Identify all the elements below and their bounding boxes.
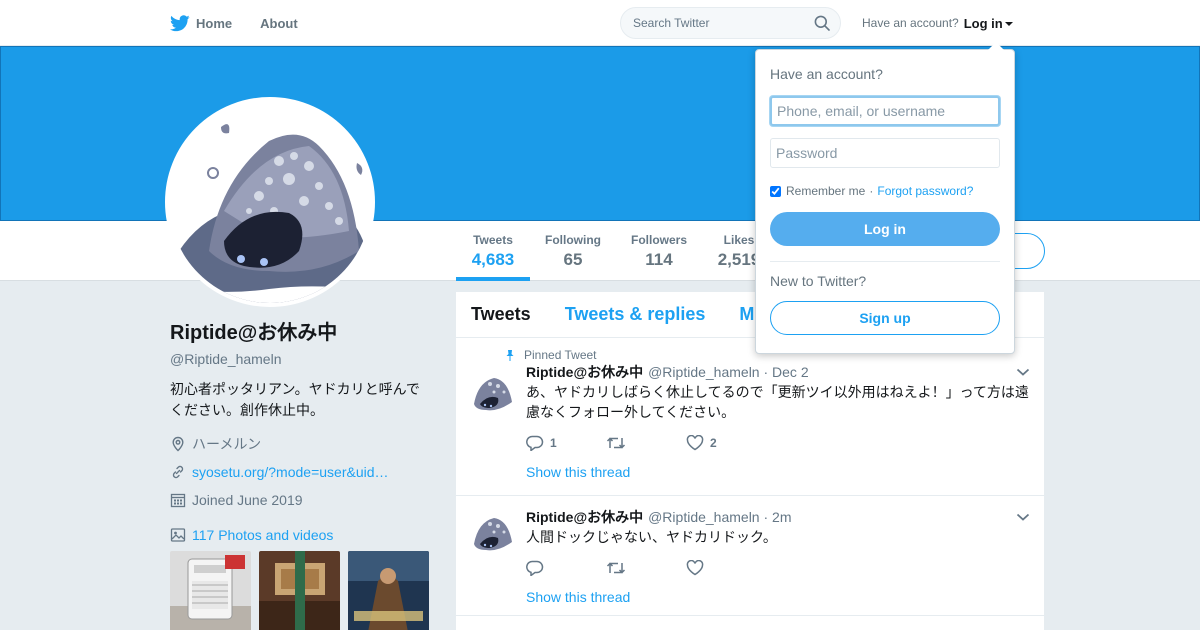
retweet-button[interactable] — [606, 560, 686, 576]
retweet-icon — [606, 562, 626, 574]
show-thread-link[interactable]: Show this thread — [526, 464, 1044, 486]
reply-button[interactable] — [526, 560, 606, 576]
stat-following[interactable]: Following 65 — [540, 221, 606, 281]
tweet-actions: 1 2 — [526, 433, 1044, 453]
tab-tweets[interactable]: Tweets — [471, 304, 531, 325]
tweet-text: 人間ドックじゃない、ヤドカリドック。 — [526, 529, 777, 545]
photos-label: 117 Photos and videos — [192, 527, 334, 543]
nav-left: Home About — [170, 0, 326, 46]
photo-thumbnails — [170, 551, 432, 630]
remember-me-row: Remember me · Forgot password? — [770, 184, 973, 198]
remember-me-label[interactable]: Remember me — [786, 184, 865, 198]
profile-location: ハーメルン — [170, 435, 432, 453]
joined-text: Joined June 2019 — [192, 492, 303, 508]
stat-value: 114 — [645, 250, 673, 269]
tweet-text: あ、ヤドカリしばらく休止してるので「更新ツイ以外用はねえよ！」って方は遠慮なくフ… — [526, 384, 1029, 420]
search-icon[interactable] — [814, 15, 830, 31]
tweet-author-name[interactable]: Riptide@お休み中 — [526, 362, 643, 382]
profile-avatar[interactable] — [165, 97, 375, 307]
heart-icon — [686, 435, 704, 451]
photo-thumbnail[interactable] — [259, 551, 340, 630]
profile-url[interactable]: syosetu.org/?mode=user&uid… — [170, 463, 432, 481]
tweet-menu-chevron-icon[interactable] — [1016, 367, 1030, 377]
tweet[interactable]: Riptide@お休み中 @Riptide_hameln · 2m 人間ドックじ… — [456, 496, 1044, 616]
username-field[interactable] — [770, 96, 1000, 126]
login-dropdown-toggle[interactable]: Log in — [964, 16, 1013, 31]
password-field[interactable] — [770, 138, 1000, 168]
stat-value: 4,683 — [471, 250, 515, 269]
profile-joined: Joined June 2019 — [170, 491, 432, 509]
have-account-text: Have an account? — [862, 16, 959, 30]
login-dropdown: Have an account? Remember me · Forgot pa… — [755, 42, 1015, 354]
retweet-button[interactable] — [606, 435, 686, 451]
profile-handle: @Riptide_hameln — [170, 351, 282, 367]
search-input[interactable] — [621, 8, 801, 38]
twitter-bird-icon — [170, 14, 190, 32]
tweet-header: Riptide@お休み中 @Riptide_hameln · 2m — [526, 507, 1044, 527]
pin-icon — [504, 349, 516, 361]
caret-down-icon — [1004, 21, 1013, 26]
reply-button[interactable]: 1 — [526, 435, 606, 451]
like-button[interactable]: 2 — [686, 435, 766, 451]
tweet[interactable]: Pinned Tweet Riptide@お休み中 @Riptide_hamel… — [456, 338, 1044, 496]
show-thread-link[interactable]: Show this thread — [526, 589, 1044, 611]
tab-tweets-and-replies[interactable]: Tweets & replies — [565, 304, 706, 325]
location-text: ハーメルン — [192, 436, 262, 452]
nav-home[interactable]: Home — [170, 0, 232, 46]
tweet-actions — [526, 558, 1044, 578]
tweet-menu-chevron-icon[interactable] — [1016, 512, 1030, 522]
hermit-crab-illustration — [169, 101, 371, 303]
search-box — [620, 7, 841, 39]
profile-name: Riptide@お休み中 — [170, 322, 338, 344]
stat-label: Following — [545, 233, 601, 247]
reply-count: 1 — [550, 436, 557, 450]
stat-followers[interactable]: Followers 114 — [626, 221, 692, 281]
separator-dot: · — [869, 184, 874, 198]
forgot-password-link[interactable]: Forgot password? — [877, 184, 973, 198]
nav-about-label: About — [260, 15, 298, 31]
tweet-header: Riptide@お休み中 @Riptide_hameln · Dec 2 — [526, 362, 1044, 382]
link-icon — [170, 464, 186, 480]
photo-thumbnail[interactable] — [348, 551, 429, 630]
stat-label: Tweets — [473, 233, 513, 247]
login-toggle-label: Log in — [963, 15, 1003, 31]
stat-tweets[interactable]: Tweets 4,683 — [456, 221, 530, 281]
nav-home-label: Home — [196, 15, 233, 31]
photos-and-videos-link[interactable]: 117 Photos and videos — [170, 527, 432, 543]
tweet-meta: @Riptide_hameln · 2m — [648, 509, 792, 525]
bio-line: ください。創作休止中。 — [170, 402, 324, 418]
location-pin-icon — [170, 436, 186, 452]
stat-label: Followers — [630, 233, 687, 247]
tweet-author-name[interactable]: Riptide@お休み中 — [526, 507, 643, 527]
remember-me-checkbox[interactable] — [770, 185, 781, 197]
retweet-icon — [606, 437, 626, 449]
login-dropdown-title: Have an account? — [770, 66, 883, 82]
like-count: 2 — [710, 436, 717, 450]
tweet-avatar[interactable] — [468, 368, 516, 416]
profile-bio: 初心者ポッタリアン。ヤドカリと呼んで ください。創作休止中。 — [170, 379, 432, 421]
photo-thumbnail[interactable] — [170, 551, 251, 630]
profile-sidebar: Riptide@お休み中 @Riptide_hameln 初心者ポッタリアン。ヤ… — [170, 316, 432, 630]
heart-icon — [686, 560, 704, 576]
signup-button[interactable]: Sign up — [770, 301, 1000, 335]
like-button[interactable] — [686, 560, 766, 576]
tweet-avatar[interactable] — [468, 508, 516, 556]
calendar-icon — [170, 492, 186, 508]
divider — [770, 261, 1000, 262]
nav-about[interactable]: About — [260, 0, 298, 46]
top-nav: Home About Have an account? Log in — [0, 0, 1200, 46]
tweet-meta: @Riptide_hameln · Dec 2 — [648, 364, 809, 380]
account-area: Have an account? Log in — [862, 0, 1013, 46]
photo-icon — [170, 527, 186, 543]
stat-value: 65 — [563, 250, 583, 269]
reply-icon — [526, 435, 544, 451]
login-button[interactable]: Log in — [770, 212, 1000, 246]
pinned-label: Pinned Tweet — [524, 347, 597, 362]
new-to-twitter-text: New to Twitter? — [770, 273, 867, 289]
reply-icon — [526, 560, 544, 576]
bio-line: 初心者ポッタリアン。ヤドカリと呼んで — [170, 381, 420, 397]
url-text[interactable]: syosetu.org/?mode=user&uid… — [192, 464, 389, 480]
